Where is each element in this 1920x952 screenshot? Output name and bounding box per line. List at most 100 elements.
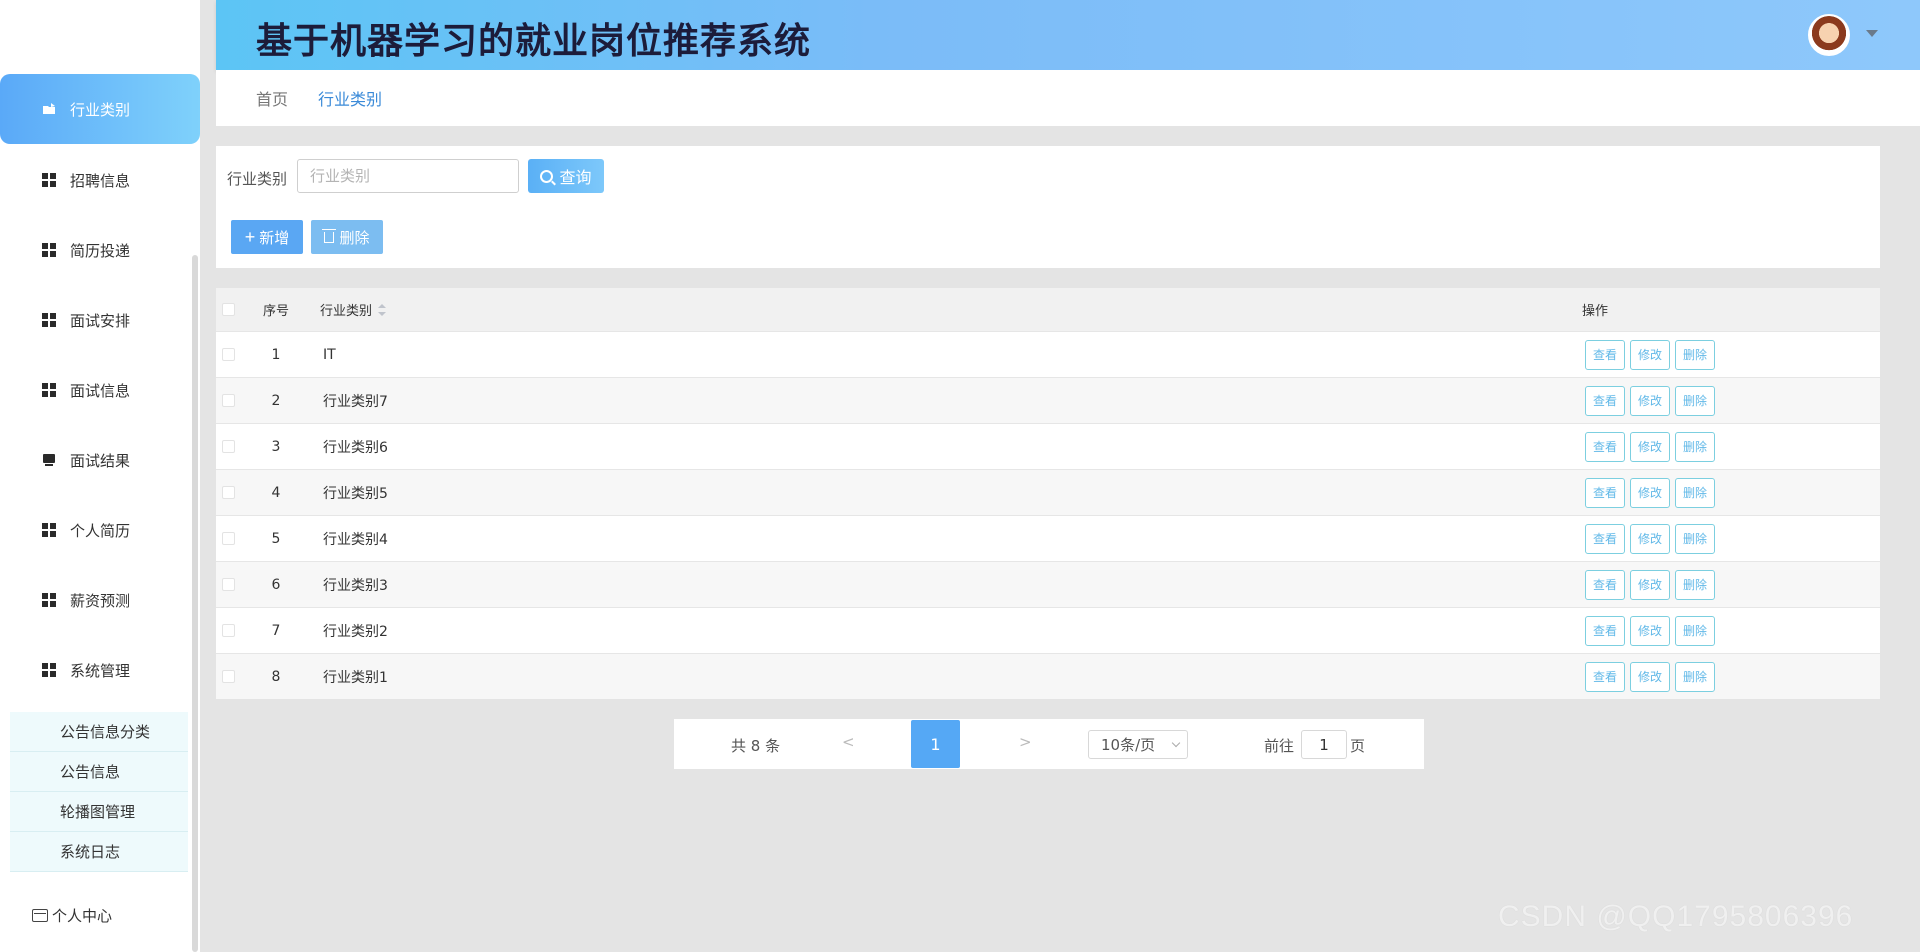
search-button-label: 查询 <box>559 170 592 187</box>
personal-center-link[interactable]: 个人中心 <box>32 905 112 926</box>
pagination: 共 8 条 < 1 > 10条/页 前往 页 <box>674 719 1424 769</box>
sidebar-item-label: 简历投递 <box>70 241 131 260</box>
delete-button[interactable]: 删除 <box>1675 339 1715 370</box>
delete-button[interactable]: 删除 <box>1675 523 1715 554</box>
view-button[interactable]: 查看 <box>1585 569 1625 600</box>
row-checkbox[interactable] <box>222 348 235 361</box>
delete-button-label: 删除 <box>339 229 370 247</box>
row-operations: 查看 修改 删除 <box>1585 569 1720 600</box>
delete-button[interactable]: 删除 <box>1675 615 1715 646</box>
delete-button[interactable]: 删除 <box>1675 661 1715 692</box>
grid-icon <box>42 383 56 397</box>
breadcrumb: 首页 行业类别 <box>216 70 1920 126</box>
table-row: 2 行业类别7 查看 修改 删除 <box>216 377 1880 423</box>
grid-icon <box>42 523 56 537</box>
view-button[interactable]: 查看 <box>1585 431 1625 462</box>
edit-button[interactable]: 修改 <box>1630 661 1670 692</box>
delete-button[interactable]: 删除 <box>1675 569 1715 600</box>
delete-button[interactable]: 删除 <box>1675 385 1715 416</box>
edit-button[interactable]: 修改 <box>1630 431 1670 462</box>
edit-button[interactable]: 修改 <box>1630 385 1670 416</box>
row-operations: 查看 修改 删除 <box>1585 431 1720 462</box>
row-operations: 查看 修改 删除 <box>1585 339 1720 370</box>
breadcrumb-home[interactable]: 首页 <box>256 86 288 110</box>
sidebar-item-resume-submission[interactable]: 简历投递 <box>0 215 200 285</box>
row-checkbox[interactable] <box>222 394 235 407</box>
chevron-down-icon[interactable] <box>1866 30 1878 37</box>
row-checkbox[interactable] <box>222 440 235 453</box>
sidebar-item-salary-prediction[interactable]: 薪资预测 <box>0 565 200 635</box>
goto-label: 前往 <box>1264 737 1295 755</box>
sidebar-item-label: 招聘信息 <box>70 171 131 190</box>
sidebar-item-recruitment[interactable]: 招聘信息 <box>0 145 200 215</box>
search-panel: 行业类别 查询 + 新增 删除 <box>216 146 1880 268</box>
row-checkbox[interactable] <box>222 624 235 637</box>
sort-icon[interactable] <box>378 303 387 316</box>
sidebar-item-personal-resume[interactable]: 个人简历 <box>0 495 200 565</box>
select-all-checkbox[interactable] <box>222 303 235 316</box>
edit-button[interactable]: 修改 <box>1630 615 1670 646</box>
view-button[interactable]: 查看 <box>1585 385 1625 416</box>
row-index: 3 <box>271 438 281 455</box>
grid-icon <box>42 243 56 257</box>
sidebar-item-system-management[interactable]: 系统管理 <box>0 635 200 705</box>
sidebar-scrollbar[interactable] <box>192 255 198 952</box>
sidebar-item-label: 面试信息 <box>70 381 131 400</box>
view-button[interactable]: 查看 <box>1585 523 1625 554</box>
row-checkbox[interactable] <box>222 670 235 683</box>
table-header: 序号 行业类别 操作 <box>216 288 1880 331</box>
sidebar-item-interview-result[interactable]: 面试结果 <box>0 425 200 495</box>
edit-button[interactable]: 修改 <box>1630 339 1670 370</box>
row-checkbox[interactable] <box>222 486 235 499</box>
submenu-item-notice-category[interactable]: 公告信息分类 <box>10 712 188 752</box>
row-index: 7 <box>271 622 281 639</box>
row-index: 5 <box>271 530 281 547</box>
goto-unit: 页 <box>1350 737 1366 755</box>
card-icon <box>32 909 48 922</box>
submenu-item-notice[interactable]: 公告信息 <box>10 752 188 792</box>
search-input[interactable] <box>297 159 519 193</box>
row-index: 8 <box>271 668 281 685</box>
edit-button[interactable]: 修改 <box>1630 523 1670 554</box>
page-size-value: 10条/页 <box>1101 736 1156 754</box>
submenu-item-system-log[interactable]: 系统日志 <box>10 832 188 872</box>
edit-button[interactable]: 修改 <box>1630 569 1670 600</box>
row-industry-category: 行业类别4 <box>323 531 388 548</box>
add-button-label: 新增 <box>259 229 290 247</box>
goto-page-input[interactable] <box>1301 730 1347 759</box>
add-button[interactable]: + 新增 <box>231 220 303 254</box>
header-industry-category[interactable]: 行业类别 <box>320 300 387 319</box>
sidebar-item-interview-schedule[interactable]: 面试安排 <box>0 285 200 355</box>
sidebar-item-interview-info[interactable]: 面试信息 <box>0 355 200 425</box>
page-1-button[interactable]: 1 <box>911 720 960 768</box>
table-row: 3 行业类别6 查看 修改 删除 <box>216 423 1880 469</box>
view-button[interactable]: 查看 <box>1585 661 1625 692</box>
table-row: 6 行业类别3 查看 修改 删除 <box>216 561 1880 607</box>
page-size-select[interactable]: 10条/页 <box>1088 730 1188 759</box>
batch-delete-button[interactable]: 删除 <box>311 220 383 254</box>
data-table: 序号 行业类别 操作 1 IT 查看 修改 删除 2 行业类别7 查看 修改 删除 3 行业类别6 查看… <box>216 288 1880 699</box>
submenu-item-carousel[interactable]: 轮播图管理 <box>10 792 188 832</box>
view-button[interactable]: 查看 <box>1585 615 1625 646</box>
view-button[interactable]: 查看 <box>1585 477 1625 508</box>
grid-icon <box>42 313 56 327</box>
avatar[interactable] <box>1808 14 1850 56</box>
monitor-icon <box>42 453 56 467</box>
sidebar-item-industry-category[interactable]: 行业类别 <box>0 74 200 144</box>
row-checkbox[interactable] <box>222 532 235 545</box>
row-index: 6 <box>271 576 281 593</box>
row-checkbox[interactable] <box>222 578 235 591</box>
row-operations: 查看 修改 删除 <box>1585 477 1720 508</box>
row-operations: 查看 修改 删除 <box>1585 615 1720 646</box>
next-page-button[interactable]: > <box>1019 733 1032 751</box>
table-row: 8 行业类别1 查看 修改 删除 <box>216 653 1880 699</box>
row-operations: 查看 修改 删除 <box>1585 661 1720 692</box>
edit-button[interactable]: 修改 <box>1630 477 1670 508</box>
delete-button[interactable]: 删除 <box>1675 477 1715 508</box>
prev-page-button[interactable]: < <box>842 733 855 751</box>
view-button[interactable]: 查看 <box>1585 339 1625 370</box>
breadcrumb-current: 行业类别 <box>318 90 383 109</box>
search-button[interactable]: 查询 <box>528 159 604 193</box>
header-industry-category-label: 行业类别 <box>320 304 373 319</box>
delete-button[interactable]: 删除 <box>1675 431 1715 462</box>
